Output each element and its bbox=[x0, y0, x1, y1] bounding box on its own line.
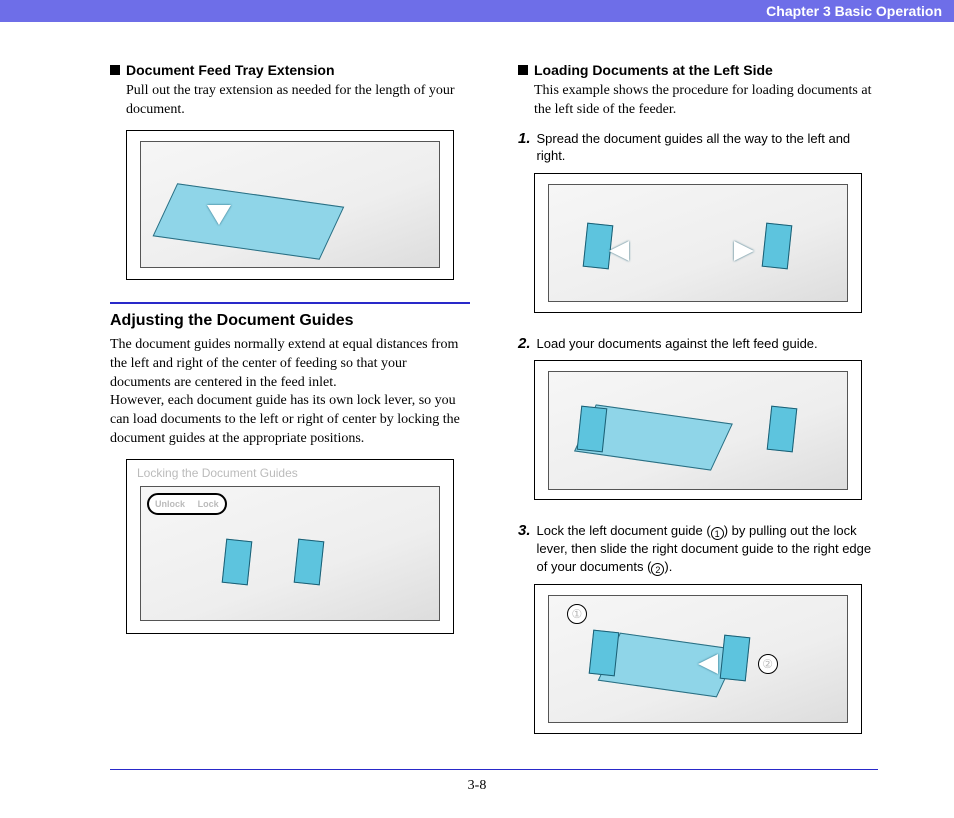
step-text: Spread the document guides all the way t… bbox=[537, 130, 878, 165]
heading-adjusting-guides: Adjusting the Document Guides bbox=[110, 312, 470, 330]
circled-2-icon: 2 bbox=[651, 563, 664, 576]
square-bullet-icon bbox=[518, 65, 528, 75]
step-text: Lock the left document guide (1) by pull… bbox=[537, 522, 878, 576]
right-column: Loading Documents at the Left Side This … bbox=[518, 62, 878, 756]
figure-tray-extension bbox=[126, 130, 454, 280]
section-title: Loading Documents at the Left Side bbox=[534, 62, 773, 78]
chapter-header: Chapter 3 Basic Operation bbox=[0, 0, 954, 22]
figure-locking-guides: Locking the Document Guides Unlock Lock bbox=[126, 459, 454, 634]
para-guides-1: The document guides normally extend at e… bbox=[110, 336, 470, 393]
para-guides-2: However, each document guide has its own… bbox=[110, 392, 470, 449]
step-text: Load your documents against the left fee… bbox=[537, 335, 818, 353]
page-number: 3-8 bbox=[0, 778, 954, 794]
section-doc-feed-tray-ext: Document Feed Tray Extension bbox=[110, 62, 470, 78]
section-text: This example shows the procedure for loa… bbox=[534, 82, 878, 120]
step-number: 2. bbox=[518, 335, 531, 352]
callout-2: ② bbox=[758, 654, 778, 674]
step-1: 1. Spread the document guides all the wa… bbox=[518, 130, 878, 165]
left-column: Document Feed Tray Extension Pull out th… bbox=[110, 62, 470, 756]
footer-divider bbox=[110, 769, 878, 771]
square-bullet-icon bbox=[110, 65, 120, 75]
section-title: Document Feed Tray Extension bbox=[126, 62, 335, 78]
chapter-title: Chapter 3 Basic Operation bbox=[766, 3, 942, 19]
step-3: 3. Lock the left document guide (1) by p… bbox=[518, 522, 878, 576]
callout-1: ① bbox=[567, 604, 587, 624]
unlock-label: Unlock bbox=[155, 499, 185, 509]
step-number: 3. bbox=[518, 522, 531, 539]
section-text: Pull out the tray extension as needed fo… bbox=[126, 82, 470, 120]
circled-1-icon: 1 bbox=[711, 527, 724, 540]
figure-step-3: ① ② bbox=[534, 584, 862, 734]
section-loading-left-side: Loading Documents at the Left Side bbox=[518, 62, 878, 78]
figure-step-2 bbox=[534, 360, 862, 500]
step-number: 1. bbox=[518, 130, 531, 147]
step-2: 2. Load your documents against the left … bbox=[518, 335, 878, 353]
section-divider bbox=[110, 302, 470, 304]
lock-label: Lock bbox=[198, 499, 219, 509]
figure-caption: Locking the Document Guides bbox=[135, 466, 300, 480]
page-body: Document Feed Tray Extension Pull out th… bbox=[0, 22, 954, 756]
figure-step-1 bbox=[534, 173, 862, 313]
